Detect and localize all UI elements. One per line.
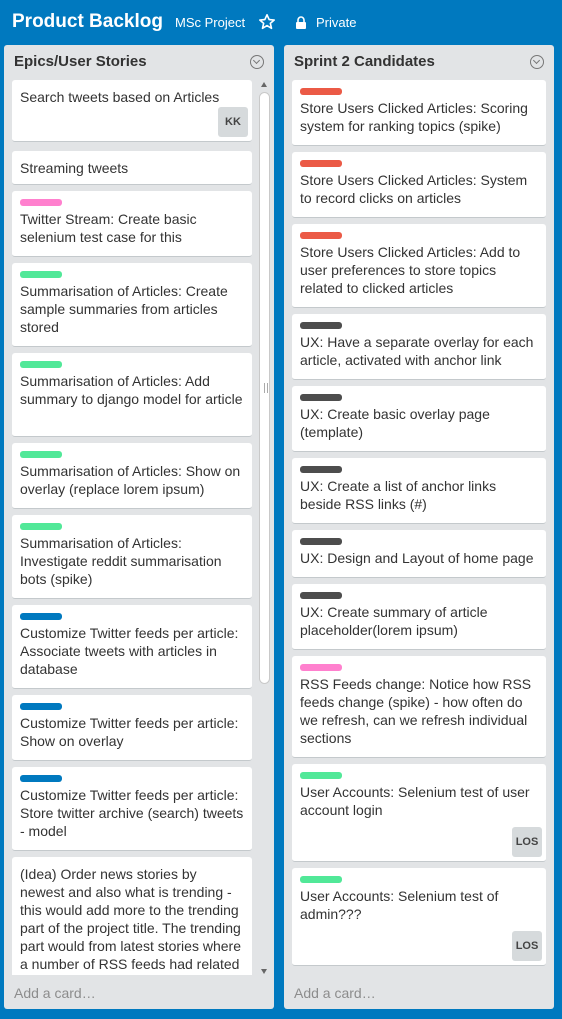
list-menu-icon[interactable]: [250, 55, 264, 69]
scrollbar[interactable]: [258, 80, 270, 976]
card-title: Store Users Clicked Articles: Add to use…: [300, 244, 521, 296]
scroll-down-arrow-icon[interactable]: [261, 969, 267, 974]
card-label: [20, 199, 62, 206]
card-title: Summarisation of Articles: Investigate r…: [20, 535, 222, 587]
card-label: [300, 232, 342, 239]
card[interactable]: Search tweets based on Articles KK: [12, 80, 252, 142]
card-title: Customize Twitter feeds per article: Ass…: [20, 625, 239, 677]
list-menu-icon[interactable]: [530, 55, 544, 69]
card-title: UX: Create basic overlay page (template): [300, 406, 490, 440]
card-title: Twitter Stream: Create basic selenium te…: [20, 211, 197, 245]
visibility-button[interactable]: Private: [316, 15, 356, 30]
card[interactable]: User Accounts: Selenium test of user acc…: [292, 764, 546, 862]
card-title: User Accounts: Selenium test of admin???: [300, 888, 499, 922]
card-label: [20, 613, 62, 620]
card-title: Customize Twitter feeds per article: Sho…: [20, 715, 239, 749]
list-sprint-2-candidates: Sprint 2 Candidates Store Users Clicked …: [284, 45, 554, 1009]
card-label: [300, 322, 342, 329]
card-label: [300, 394, 342, 401]
card[interactable]: Summarisation of Articles: Show on overl…: [12, 443, 252, 509]
card-label: [300, 876, 342, 883]
card-title: UX: Design and Layout of home page: [300, 550, 534, 566]
card-label: [20, 775, 62, 782]
card[interactable]: Store Users Clicked Articles: Scoring sy…: [292, 80, 546, 146]
card[interactable]: UX: Create a list of anchor links beside…: [292, 458, 546, 524]
card[interactable]: Summarisation of Articles: Create sample…: [12, 263, 252, 347]
list-title[interactable]: Sprint 2 Candidates: [294, 53, 435, 70]
scroll-thumb[interactable]: [259, 92, 270, 684]
card-label: [300, 88, 342, 95]
card-list: Store Users Clicked Articles: Scoring sy…: [292, 80, 546, 975]
member-avatar[interactable]: KK: [218, 107, 248, 137]
card-title: Summarisation of Articles: Add summary t…: [20, 373, 243, 407]
card[interactable]: Customize Twitter feeds per article: Sho…: [12, 695, 252, 761]
card-label: [300, 664, 342, 671]
card-label: [20, 271, 62, 278]
card-label: [300, 466, 342, 473]
card-title: Store Users Clicked Articles: System to …: [300, 172, 528, 206]
card[interactable]: UX: Create basic overlay page (template): [292, 386, 546, 452]
card[interactable]: Twitter Stream: Create basic selenium te…: [12, 191, 252, 257]
board-org-button[interactable]: MSc Project: [175, 15, 245, 30]
member-avatar[interactable]: LOS: [512, 827, 542, 857]
card-title: Store Users Clicked Articles: Scoring sy…: [300, 100, 528, 134]
card-title: Summarisation of Articles: Create sample…: [20, 283, 228, 335]
card-title: UX: Have a separate overlay for each art…: [300, 334, 534, 368]
card-title: Customize Twitter feeds per article: Sto…: [20, 787, 244, 839]
card-title: User Accounts: Selenium test of user acc…: [300, 784, 530, 818]
scroll-grip-icon: [264, 383, 268, 393]
card-title: UX: Create a list of anchor links beside…: [300, 478, 497, 512]
card[interactable]: (Idea) Order news stories by newest and …: [12, 857, 252, 975]
member-avatar[interactable]: LOS: [512, 931, 542, 961]
card-label: [20, 703, 62, 710]
list-title[interactable]: Epics/User Stories: [14, 53, 147, 70]
board-title[interactable]: Product Backlog: [12, 11, 163, 33]
card[interactable]: Streaming tweets: [12, 151, 252, 185]
card[interactable]: Customize Twitter feeds per article: Ass…: [12, 605, 252, 689]
card-label: [20, 451, 62, 458]
scroll-up-arrow-icon[interactable]: [261, 82, 267, 87]
card[interactable]: Summarisation of Articles: Add summary t…: [12, 353, 252, 437]
card[interactable]: RSS Feeds change: Notice how RSS feeds c…: [292, 656, 546, 758]
card-label: [300, 160, 342, 167]
card-list: Search tweets based on Articles KK Strea…: [12, 80, 254, 975]
card-title: Streaming tweets: [20, 160, 129, 176]
card[interactable]: Store Users Clicked Articles: Add to use…: [292, 224, 546, 308]
card-title: Search tweets based on Articles: [20, 89, 220, 105]
card-title: Summarisation of Articles: Show on overl…: [20, 463, 241, 497]
board-header: Product Backlog MSc Project Private: [0, 0, 562, 44]
card[interactable]: Customize Twitter feeds per article: Sto…: [12, 767, 252, 851]
card-label: [300, 538, 342, 545]
card-label: [20, 523, 62, 530]
card[interactable]: UX: Have a separate overlay for each art…: [292, 314, 546, 380]
card-label: [20, 361, 62, 368]
card-label: [300, 772, 342, 779]
card[interactable]: UX: Design and Layout of home page: [292, 530, 546, 578]
star-icon[interactable]: [258, 13, 276, 31]
card-title: RSS Feeds change: Notice how RSS feeds c…: [300, 676, 532, 746]
card-label: [300, 592, 342, 599]
card[interactable]: Summarisation of Articles: Investigate r…: [12, 515, 252, 599]
lock-icon: [296, 16, 306, 29]
card[interactable]: UX: Create summary of article placeholde…: [292, 584, 546, 650]
list-epics-user-stories: Epics/User Stories Search tweets based o…: [4, 45, 274, 1009]
card[interactable]: User Accounts: Selenium test of admin???…: [292, 868, 546, 966]
add-card-button[interactable]: Add a card…: [14, 985, 96, 1001]
card[interactable]: Store Users Clicked Articles: System to …: [292, 152, 546, 218]
add-card-button[interactable]: Add a card…: [294, 985, 376, 1001]
card-title: UX: Create summary of article placeholde…: [300, 604, 488, 638]
card-title: (Idea) Order news stories by newest and …: [20, 866, 241, 975]
